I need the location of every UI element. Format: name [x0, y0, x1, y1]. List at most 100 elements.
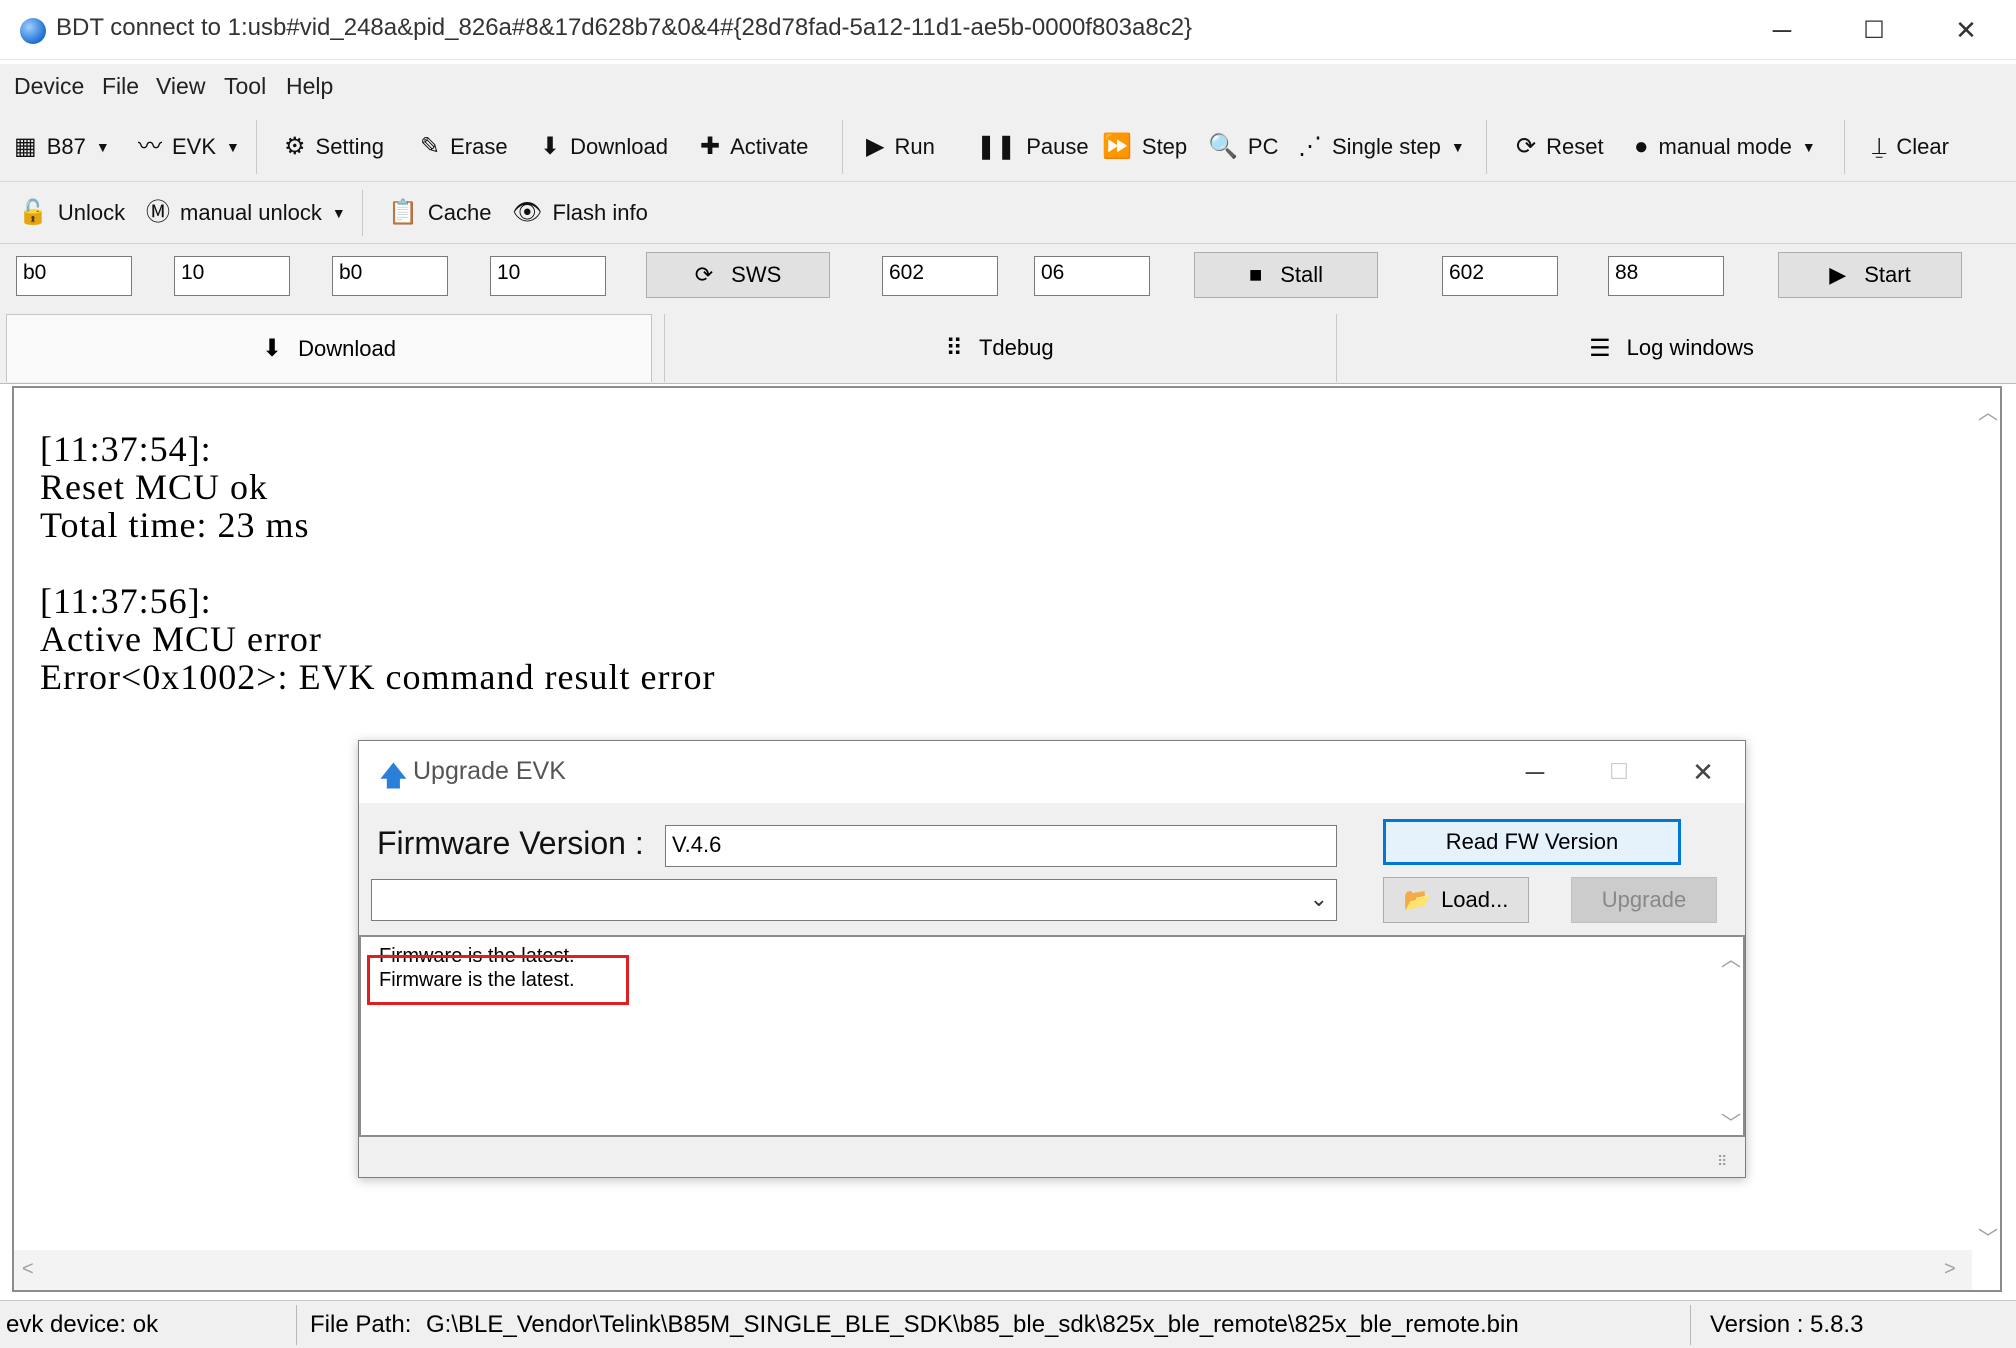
pc-button[interactable]: 🔍 PC — [1208, 112, 1278, 181]
flash-info-label: Flash info — [552, 199, 648, 225]
chip-icon: ▦ — [14, 132, 37, 160]
eye-icon: 👁 — [512, 198, 543, 226]
vertical-scrollbar[interactable]: ︿ ﹀ — [1972, 388, 2000, 1250]
address-field-3[interactable]: 602 — [882, 256, 998, 296]
step-label: Step — [1141, 133, 1188, 159]
tab-bar: ⬇ Download ⠿ Tdebug ☰ Log windows — [0, 310, 2016, 384]
scroll-down-icon[interactable]: ﹀ — [1721, 1107, 1741, 1136]
reset-label: Reset — [1546, 133, 1604, 159]
menu-file[interactable]: File — [102, 73, 139, 100]
menu-tool[interactable]: Tool — [224, 73, 266, 100]
folder-open-icon: 📂 — [1403, 887, 1432, 912]
load-button[interactable]: 📂 Load... — [1383, 877, 1529, 923]
resize-grip-icon[interactable]: ⠿ — [1717, 1153, 1727, 1170]
erase-label: Erase — [450, 133, 508, 159]
dialog-minimize-button[interactable]: ─ — [1493, 741, 1577, 803]
start-label: Start — [1864, 262, 1911, 287]
address-field-2[interactable]: b0 — [332, 256, 448, 296]
dialog-log-output[interactable]: Firmware is the latest. Firmware is the … — [359, 935, 1745, 1137]
device-status: evk device: ok — [6, 1311, 159, 1338]
scroll-right-icon[interactable]: > — [1944, 1258, 1956, 1281]
activate-button[interactable]: ✚ Activate — [700, 112, 808, 181]
dialog-vertical-scrollbar[interactable]: ︿ ﹀ — [1717, 937, 1743, 1135]
start-button[interactable]: ▶ Start — [1778, 252, 1962, 298]
value-field-2[interactable]: 10 — [490, 256, 606, 296]
erase-button[interactable]: ✎ Erase — [420, 112, 508, 181]
setting-label: Setting — [315, 133, 385, 159]
separator — [362, 190, 363, 236]
secondary-toolbar: 🔓 Unlock Ⓜ manual unlock ▼ 📋 Cache 👁 Fla… — [0, 182, 2016, 244]
unlock-label: Unlock — [57, 199, 126, 225]
step-button[interactable]: ⏩ Step — [1102, 112, 1187, 181]
title-bar: BDT connect to 1:usb#vid_248a&pid_826a#8… — [0, 0, 2016, 60]
address-field-1[interactable]: b0 — [16, 256, 132, 296]
flash-info-button[interactable]: 👁 Flash info — [512, 182, 648, 243]
sws-button[interactable]: ⟳ SWS — [646, 252, 830, 298]
dialog-maximize-button: ☐ — [1609, 759, 1629, 784]
single-step-label: Single step — [1332, 133, 1441, 159]
download-icon: ⬇ — [262, 335, 283, 362]
scroll-up-icon[interactable]: ︿ — [1978, 396, 1998, 425]
app-icon — [20, 18, 46, 44]
window-title: BDT connect to 1:usb#vid_248a&pid_826a#8… — [56, 14, 1193, 41]
unlock-button[interactable]: 🔓 Unlock — [18, 182, 125, 243]
chevron-down-icon: ▼ — [331, 204, 346, 221]
load-label: Load... — [1441, 887, 1509, 912]
close-button[interactable]: ✕ — [1920, 0, 2012, 60]
firmware-version-label: Firmware Version : — [377, 825, 644, 861]
main-toolbar: ▦ B87 ▼ 〰 EVK ▼ ⚙ Setting ✎ Erase ⬇ Down… — [0, 112, 2016, 182]
menu-help[interactable]: Help — [286, 73, 333, 100]
manual-unlock-select[interactable]: Ⓜ manual unlock ▼ — [146, 182, 346, 243]
plus-icon: ✚ — [700, 132, 721, 160]
tab-tdebug[interactable]: ⠿ Tdebug — [664, 314, 1334, 382]
tab-log-windows[interactable]: ☰ Log windows — [1336, 314, 2006, 382]
single-step-select[interactable]: ⋰ Single step ▼ — [1298, 112, 1465, 181]
chevron-down-icon: ▼ — [1450, 138, 1465, 155]
menu-device[interactable]: Device — [14, 73, 84, 100]
download-button[interactable]: ⬇ Download — [540, 112, 668, 181]
chip-select[interactable]: ▦ B87 ▼ — [14, 112, 110, 181]
clear-button[interactable]: ⍊ Clear — [1872, 112, 1949, 181]
register-input-row: b0 10 b0 10 ⟳ SWS 602 06 ■ Stall 602 88 … — [0, 244, 2016, 310]
upload-arrow-icon: 🡅 — [379, 760, 408, 791]
scroll-up-icon[interactable]: ︿ — [1721, 943, 1741, 972]
step-icon: ⏩ — [1102, 132, 1132, 160]
maximize-button[interactable]: ☐ — [1828, 0, 1920, 60]
run-button[interactable]: ▶ Run — [866, 112, 935, 181]
dialog-close-button[interactable]: ✕ — [1661, 741, 1745, 803]
eraser-icon: ✎ — [420, 132, 441, 160]
tab-tdebug-label: Tdebug — [978, 335, 1054, 360]
gear-icon: ⚙ — [284, 132, 306, 160]
tab-download-label: Download — [298, 335, 396, 361]
separator — [256, 120, 257, 174]
scroll-down-icon[interactable]: ﹀ — [1978, 1222, 1998, 1251]
tab-log-windows-label: Log windows — [1626, 335, 1754, 360]
stall-button[interactable]: ■ Stall — [1194, 252, 1378, 298]
chevron-down-icon: ▼ — [226, 138, 240, 155]
cache-button[interactable]: 📋 Cache — [388, 182, 491, 243]
manual-unlock-label: manual unlock — [180, 199, 322, 225]
read-fw-version-button[interactable]: Read FW Version — [1383, 819, 1681, 865]
upgrade-button: Upgrade — [1571, 877, 1717, 923]
signal-icon: 〰 — [138, 132, 162, 160]
setting-button[interactable]: ⚙ Setting — [284, 112, 384, 181]
firmware-file-select[interactable]: ⌄ — [371, 879, 1337, 921]
horizontal-scrollbar[interactable]: < > — [14, 1250, 1972, 1290]
reset-button[interactable]: ⟳ Reset — [1516, 112, 1604, 181]
minimize-button[interactable]: ─ — [1736, 0, 1828, 60]
dialog-title: Upgrade EVK — [413, 757, 566, 785]
scroll-left-icon[interactable]: < — [22, 1258, 34, 1281]
unlock-icon: 🔓 — [18, 198, 48, 226]
value-field-3[interactable]: 06 — [1034, 256, 1150, 296]
value-field-4[interactable]: 88 — [1608, 256, 1724, 296]
evk-select[interactable]: 〰 EVK ▼ — [138, 112, 240, 181]
tab-download[interactable]: ⬇ Download — [6, 314, 652, 382]
manual-mode-select[interactable]: ● manual mode ▼ — [1634, 112, 1816, 181]
upgrade-evk-dialog: 🡅 Upgrade EVK ─ ☐ ✕ Firmware Version : V… — [358, 740, 1746, 1178]
pause-button[interactable]: ❚❚ Pause — [976, 112, 1089, 181]
value-field-1[interactable]: 10 — [174, 256, 290, 296]
menu-view[interactable]: View — [156, 73, 205, 100]
refresh-icon: ⟳ — [694, 262, 714, 287]
address-field-4[interactable]: 602 — [1442, 256, 1558, 296]
firmware-version-field[interactable]: V.4.6 — [665, 825, 1337, 867]
